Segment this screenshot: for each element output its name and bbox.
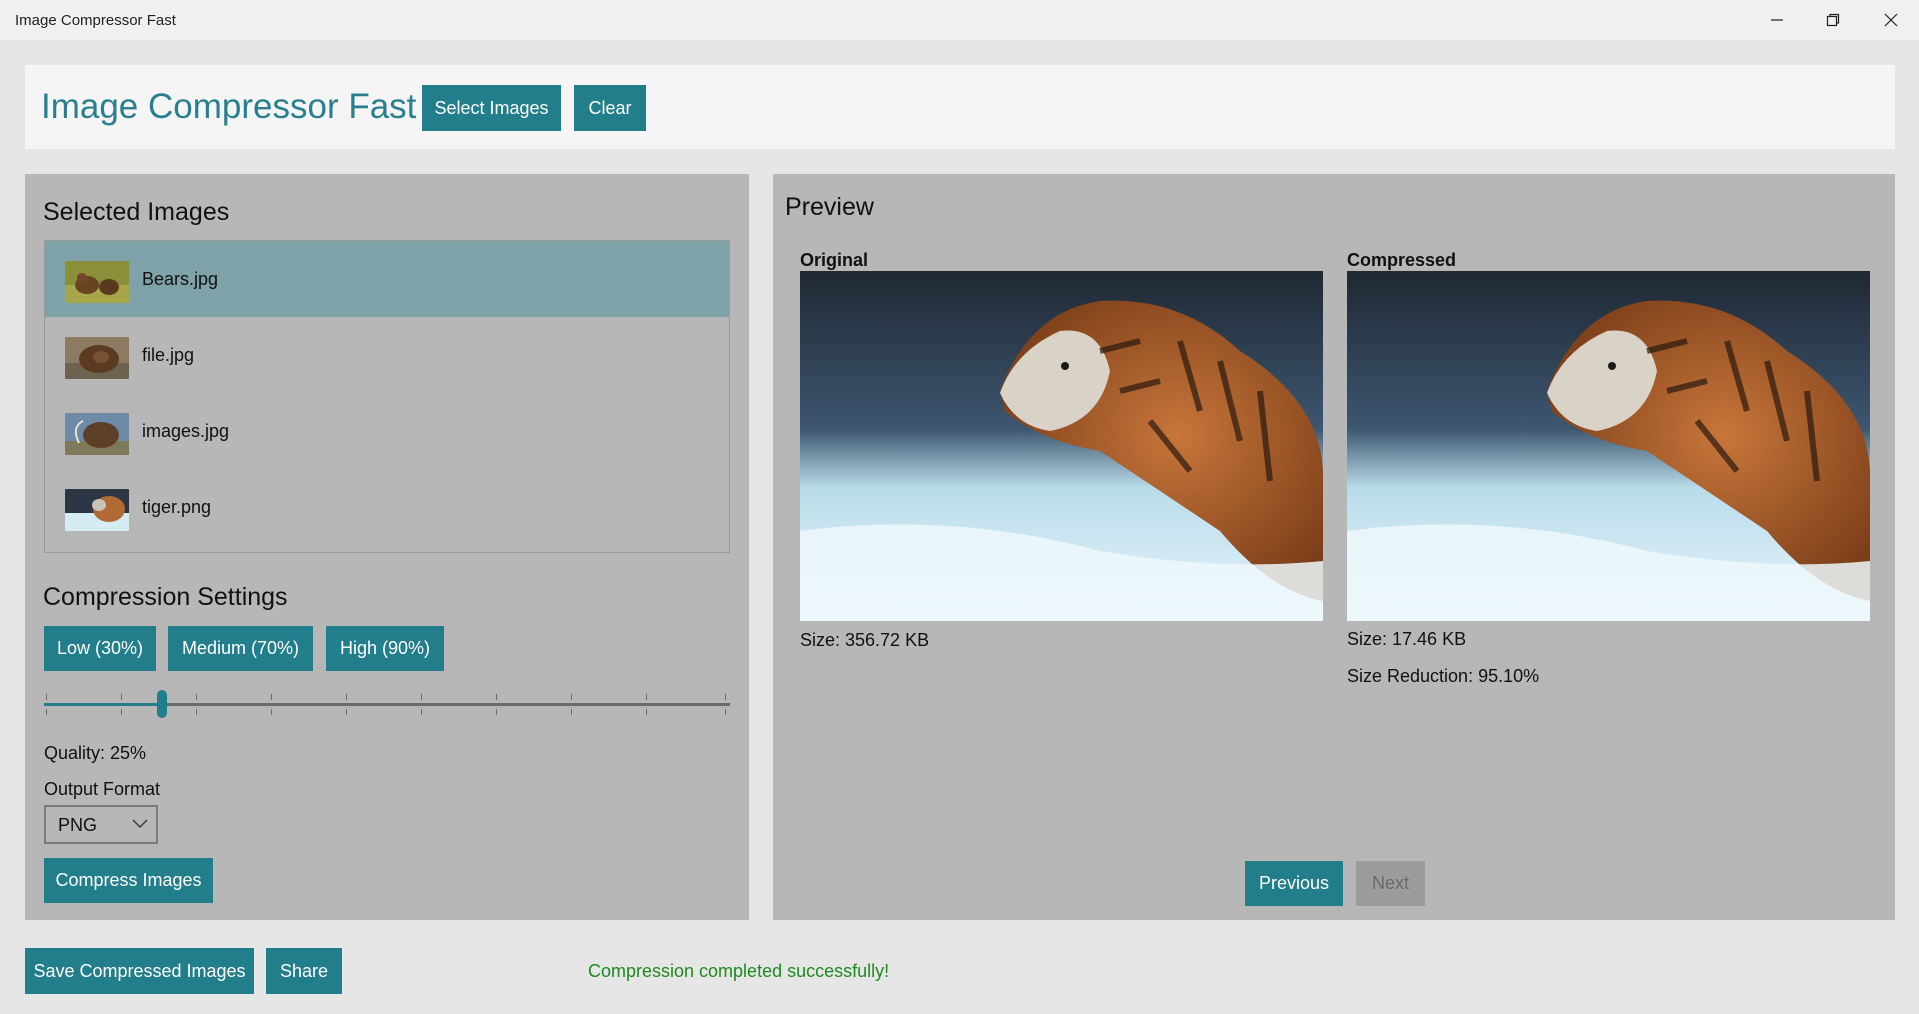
preset-medium-button[interactable]: Medium (70%) [168,626,313,671]
minimize-button[interactable] [1749,0,1805,40]
output-format-select[interactable]: PNG [44,805,158,844]
clear-button[interactable]: Clear [574,85,646,131]
restore-button[interactable] [1805,0,1861,40]
list-item[interactable]: images.jpg [45,393,729,469]
selected-images-title: Selected Images [43,198,230,226]
quality-readout: Quality: 25% [44,743,147,763]
slider-tick [571,709,572,715]
slider-tick [421,709,422,715]
close-icon [1884,13,1898,27]
images-thumbnail [65,413,129,455]
bears-thumbnail [65,261,129,303]
slider-tick [46,694,47,700]
image-list: Bears.jpg file.jpg images.jpg tiger.png [44,240,730,553]
slider-tick [421,694,422,700]
list-item-label: Bears.jpg [142,269,219,289]
slider-fill [44,703,162,706]
preset-high-button[interactable]: High (90%) [326,626,444,671]
window-title: Image Compressor Fast [15,12,176,29]
file-thumbnail [65,337,129,379]
slider-tick [646,709,647,715]
select-images-button[interactable]: Select Images [422,85,561,131]
size-reduction-text: Size Reduction: 95.10% [1347,666,1540,686]
slider-tick [46,709,47,715]
slider-tick [121,709,122,715]
list-item[interactable]: file.jpg [45,317,729,393]
preview-panel: Preview Original Compressed Size: 356.72… [773,174,1895,920]
compression-settings-title: Compression Settings [43,583,288,611]
slider-tick [725,709,726,715]
list-item-label: file.jpg [142,345,195,365]
compressed-label: Compressed [1347,250,1457,270]
close-button[interactable] [1863,0,1919,40]
preset-low-button[interactable]: Low (30%) [44,626,156,671]
slider-tick [196,709,197,715]
header-bar: Image Compressor Fast Select Images Clea… [25,65,1895,149]
restore-icon [1826,13,1840,27]
minimize-icon [1771,19,1783,21]
status-message: Compression completed successfully! [588,961,890,981]
slider-tick [496,694,497,700]
slider-tick [196,694,197,700]
title-bar: Image Compressor Fast [0,0,1919,40]
preview-title: Preview [785,193,874,221]
slider-tick [271,709,272,715]
chevron-down-icon [132,819,148,828]
compress-images-button[interactable]: Compress Images [44,858,213,903]
list-item[interactable]: tiger.png [45,469,729,545]
app-brand-title: Image Compressor Fast [41,87,417,126]
original-size-text: Size: 356.72 KB [800,630,930,650]
original-preview-image [800,271,1323,621]
slider-tick [646,694,647,700]
original-label: Original [800,250,869,270]
list-item-label: tiger.png [142,497,212,517]
slider-tick [346,694,347,700]
save-compressed-images-button[interactable]: Save Compressed Images [25,948,254,994]
share-button[interactable]: Share [266,948,342,994]
output-format-label: Output Format [44,779,161,799]
slider-tick [725,694,726,700]
slider-thumb[interactable] [157,690,167,718]
settings-panel: Selected Images Bears.jpg file.jpg image… [25,174,749,920]
list-item-label: images.jpg [142,421,230,441]
tiger-thumbnail [65,489,129,531]
compressed-preview-image [1347,271,1870,621]
slider-tick [496,709,497,715]
slider-tick [571,694,572,700]
slider-tick [346,709,347,715]
slider-tick [271,694,272,700]
compressed-size-text: Size: 17.46 KB [1347,629,1467,649]
list-item[interactable]: Bears.jpg [45,241,729,317]
output-format-value: PNG [58,815,98,835]
next-button[interactable]: Next [1356,861,1425,906]
slider-tick [121,694,122,700]
previous-button[interactable]: Previous [1245,861,1343,906]
